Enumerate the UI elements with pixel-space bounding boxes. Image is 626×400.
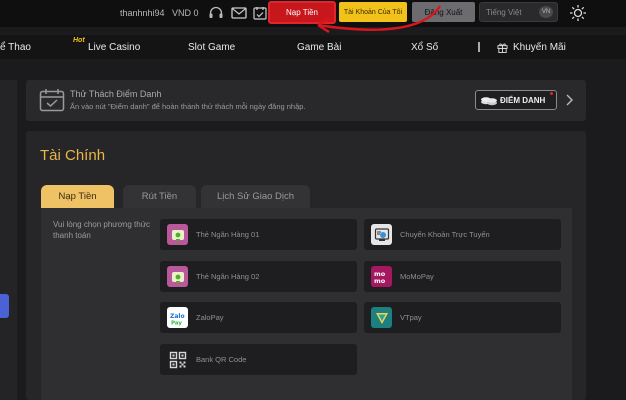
- nav-item-sports[interactable]: ể Thao: [0, 35, 31, 59]
- chevron-right-icon[interactable]: [564, 93, 574, 107]
- zalopay-icon: Zalo Pay: [167, 307, 188, 328]
- top-bar: thanhnhi94 VND 0 Nạp Tiền Tài Khoản Của …: [0, 0, 626, 34]
- page-title: Tài Chính: [40, 147, 106, 164]
- payment-hint: Vui lòng chọn phương thức thanh toán: [53, 220, 151, 240]
- nav-item-promotions[interactable]: Khuyến Mãi: [497, 35, 566, 59]
- nav-divider: [478, 42, 480, 52]
- payment-method-bank-card-02[interactable]: Thẻ Ngân Hàng 02: [160, 261, 357, 292]
- challenge-title: Thử Thách Điểm Danh: [70, 89, 162, 99]
- payment-method-momopay[interactable]: mo mo MoMoPay: [364, 261, 561, 292]
- tab-transaction-history[interactable]: Lịch Sử Giao Dịch: [201, 185, 310, 208]
- svg-text:Pay: Pay: [171, 320, 182, 326]
- calendar-check-icon: [39, 88, 65, 112]
- payment-method-label: Chuyển Khoản Trực Tuyến: [400, 230, 490, 239]
- checkin-challenge-banner: Thử Thách Điểm Danh Ấn vào nút "Điểm dan…: [26, 80, 586, 121]
- payment-method-label: Thẻ Ngân Hàng 02: [196, 272, 260, 281]
- svg-text:Zalo: Zalo: [170, 313, 185, 320]
- payment-method-label: Bank QR Code: [196, 355, 247, 364]
- gift-icon: [497, 42, 508, 53]
- left-panel: [0, 80, 17, 400]
- left-panel-tab[interactable]: [0, 294, 9, 318]
- payment-method-bank-card-01[interactable]: Thẻ Ngân Hàng 01: [160, 219, 357, 250]
- payment-methods-area: Vui lòng chọn phương thức thanh toán Thẻ…: [41, 208, 572, 400]
- coins-icon: [480, 93, 498, 107]
- hot-badge: Hot: [73, 37, 85, 44]
- finance-panel: Tài Chính Nạp Tiền Rút Tiền Lịch Sử Giao…: [26, 131, 586, 400]
- payment-method-zalopay[interactable]: Zalo Pay ZaloPay: [160, 302, 357, 333]
- payment-method-label: VTpay: [400, 313, 422, 322]
- payment-method-label: ZaloPay: [196, 313, 224, 322]
- card-icon: [167, 266, 188, 287]
- vtpay-icon: [371, 307, 392, 328]
- nav-item-live-casino[interactable]: Live Casino: [88, 35, 140, 59]
- payment-method-label: Thẻ Ngân Hàng 01: [196, 230, 260, 239]
- card-icon: [167, 224, 188, 245]
- payment-method-label: MoMoPay: [400, 272, 434, 281]
- notification-dot: [550, 92, 553, 95]
- tab-deposit[interactable]: Nạp Tiền: [41, 185, 114, 208]
- tab-withdraw[interactable]: Rút Tiền: [123, 185, 196, 208]
- checkin-button-label: ĐIỂM DANH: [500, 95, 546, 105]
- momo-icon: mo mo: [371, 266, 392, 287]
- nav-item-lottery[interactable]: Xổ Số: [411, 35, 438, 59]
- qr-code-icon: [167, 349, 188, 370]
- payment-method-vtpay[interactable]: VTpay: [364, 302, 561, 333]
- challenge-subtitle: Ấn vào nút "Điểm danh" để hoàn thành thử…: [70, 102, 306, 111]
- checkin-button[interactable]: ĐIỂM DANH: [475, 90, 557, 110]
- online-transfer-icon: [371, 224, 392, 245]
- payment-method-bank-qr-code[interactable]: Bank QR Code: [160, 344, 357, 375]
- payment-method-online-transfer[interactable]: Chuyển Khoản Trực Tuyến: [364, 219, 561, 250]
- main-nav: ể Thao Hot Live Casino Slot Game Game Bà…: [0, 35, 626, 59]
- nav-item-card-game[interactable]: Game Bài: [297, 35, 341, 59]
- svg-text:mo: mo: [374, 277, 386, 285]
- nav-item-slot-game[interactable]: Slot Game: [188, 35, 235, 59]
- nav-item-promotions-label: Khuyến Mãi: [513, 41, 566, 53]
- annotation-arrow-icon: [317, 5, 442, 34]
